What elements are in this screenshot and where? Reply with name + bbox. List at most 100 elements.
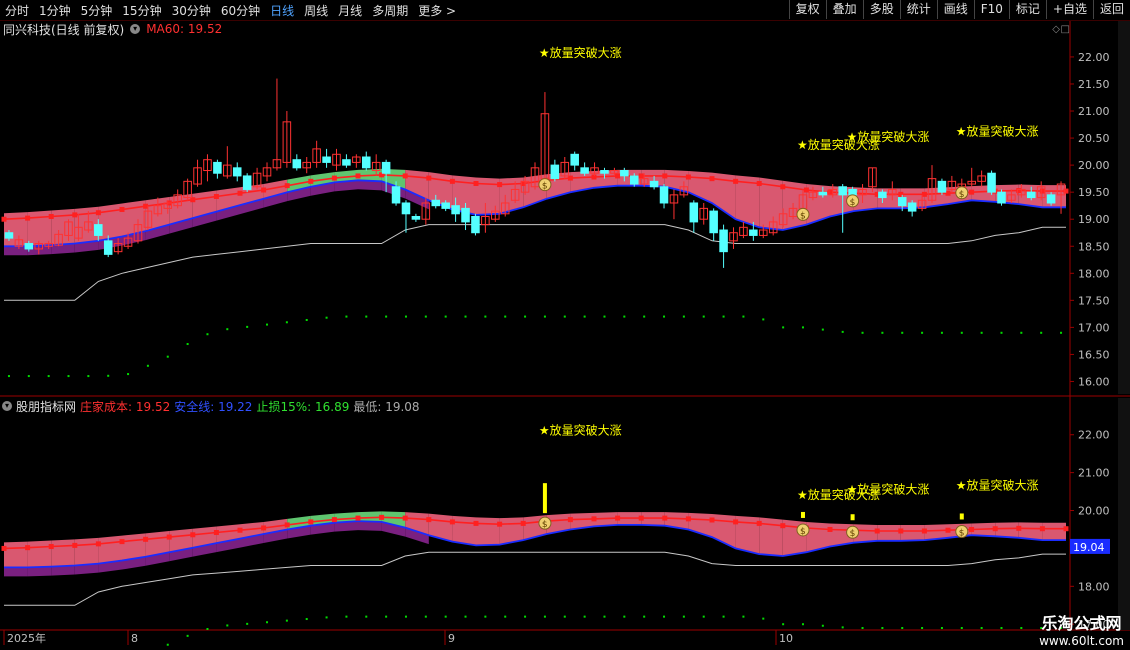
ind-cost-marker-9 <box>213 530 219 536</box>
watermark-title: 乐淘公式网 <box>1041 614 1122 633</box>
main-ytick-label-10: 21.00 <box>1078 105 1110 118</box>
ind-cost-marker-26 <box>615 515 621 521</box>
ind-stop-dot-60 <box>603 615 606 618</box>
ind-stop-dot-82 <box>821 624 824 627</box>
main-stop-dot-66 <box>663 315 666 318</box>
ind-stop-dot-26 <box>266 621 269 624</box>
main-cost-marker-39 <box>921 191 927 197</box>
ind-stop-dot-96 <box>960 627 963 629</box>
main-stop-dot-18 <box>186 343 189 346</box>
candle-body-40 <box>401 202 411 215</box>
main-cost-marker-21 <box>497 182 503 188</box>
candle-body-69 <box>689 202 699 223</box>
ind-cost-marker-22 <box>520 520 526 526</box>
ind-signal-flag-0 <box>542 483 547 514</box>
main-base-0 <box>4 246 28 256</box>
ind-stop-dot-72 <box>722 615 725 618</box>
ind-signal-flag-3 <box>959 513 964 520</box>
ind-stop-dot-54 <box>543 615 546 618</box>
main-stop-dot-50 <box>504 315 507 318</box>
watermark: 乐淘公式网 www.60lt.com <box>1039 610 1124 648</box>
ind-cost-marker-33 <box>780 523 786 529</box>
ind-ytick-label-1: 18.00 <box>1078 580 1110 593</box>
main-cost-marker-19 <box>449 178 455 184</box>
ind-stop-dot-20 <box>206 628 209 631</box>
main-stop-dot-90 <box>901 331 904 334</box>
main-support-line <box>4 224 1066 301</box>
ind-signal-label-0: ★放量突破大涨 <box>539 423 622 438</box>
ind-cost-marker-32 <box>756 520 762 526</box>
main-stop-dot-92 <box>921 331 924 334</box>
main-cost-marker-10 <box>237 190 243 196</box>
main-cost-marker-41 <box>969 189 975 195</box>
main-money-sign-0: $ <box>542 182 548 192</box>
candle-body-57 <box>570 153 579 166</box>
main-stop-dot-40 <box>404 315 407 318</box>
ind-cost-marker-44 <box>1039 526 1045 532</box>
stock-chart[interactable]: ★放量突破大涨 $ ★放量突破大涨 $ ★放量突破大涨 $ ★放量突破大涨 $ ★放量突破大涨… <box>0 0 1130 650</box>
candle-body-105 <box>1046 194 1056 204</box>
main-cost-marker-26 <box>615 173 621 179</box>
main-cost-marker-33 <box>780 184 786 190</box>
ind-cost-marker-10 <box>237 527 243 533</box>
time-label-0: 2025年 <box>7 631 46 645</box>
ind-cost-marker-2 <box>48 544 54 550</box>
ind-signal-label-2: ★放量突破大涨 <box>847 481 930 496</box>
candle-body-2 <box>24 243 34 250</box>
main-cost-marker-4 <box>95 210 101 216</box>
ind-cost-marker-6 <box>143 536 149 542</box>
main-stop-dot-68 <box>682 315 685 318</box>
main-ytick-label-9: 20.50 <box>1078 132 1110 145</box>
main-ytick-label-8: 20.00 <box>1078 159 1110 172</box>
main-stop-dot-74 <box>742 315 745 318</box>
side-panel <box>1118 21 1130 394</box>
main-stop-dot-4 <box>47 375 50 378</box>
main-stop-dot-106 <box>1060 331 1063 334</box>
main-cost-marker-0 <box>1 216 7 222</box>
ind-stop-dot-78 <box>782 623 785 626</box>
main-ytick-label-11: 21.50 <box>1078 78 1110 91</box>
ind-stop-dot-62 <box>623 615 626 618</box>
main-stop-dot-56 <box>563 315 566 318</box>
candle-body-24 <box>242 175 252 190</box>
main-band-1 <box>27 210 52 247</box>
main-signal-label-0: ★放量突破大涨 <box>539 45 622 60</box>
ind-stop-dot-18 <box>186 634 189 637</box>
main-stop-dot-60 <box>603 315 606 318</box>
main-money-sign-2: $ <box>850 198 856 208</box>
ind-signal-label-3: ★放量突破大涨 <box>956 478 1039 493</box>
candle-body-100 <box>997 191 1006 204</box>
ind-stop-dot-88 <box>881 627 884 629</box>
candle-body-43 <box>431 199 441 207</box>
ind-cost-marker-3 <box>72 542 78 548</box>
main-stop-dot-20 <box>206 333 209 336</box>
ind-band-37 <box>877 524 901 541</box>
main-ytick-label-3: 17.50 <box>1078 294 1110 307</box>
ind-band-4 <box>98 535 122 564</box>
main-cost-marker-35 <box>827 189 833 195</box>
candle-body-62 <box>620 170 629 177</box>
main-cost-marker-5 <box>119 206 125 212</box>
candle-body-55 <box>550 164 560 180</box>
ind-money-sign-2: $ <box>850 529 856 539</box>
main-cost-marker-9 <box>213 193 219 199</box>
ind-stop-dot-28 <box>285 619 288 622</box>
main-cost-marker-2 <box>48 214 54 219</box>
candle-body-34 <box>342 159 351 166</box>
main-cost-marker-34 <box>803 187 809 193</box>
main-stop-dot-98 <box>980 331 983 334</box>
ind-cost-marker-20 <box>473 520 479 526</box>
ind-cost-marker-12 <box>284 522 290 528</box>
price-marker-label: 19.04 <box>1073 541 1105 554</box>
ind-cost-marker-29 <box>685 516 691 522</box>
main-stop-dot-10 <box>107 374 110 377</box>
main-cost-marker-14 <box>331 175 337 181</box>
ind-band-1 <box>27 540 52 568</box>
ind-money-sign-3: $ <box>959 528 965 538</box>
main-stop-dot-6 <box>67 375 70 378</box>
main-stop-dot-72 <box>722 315 725 318</box>
ind-cost-marker-38 <box>898 528 904 534</box>
main-signal-label-3: ★放量突破大涨 <box>956 123 1039 138</box>
ind-cost-marker-13 <box>308 519 314 525</box>
candle-body-47 <box>471 216 480 234</box>
